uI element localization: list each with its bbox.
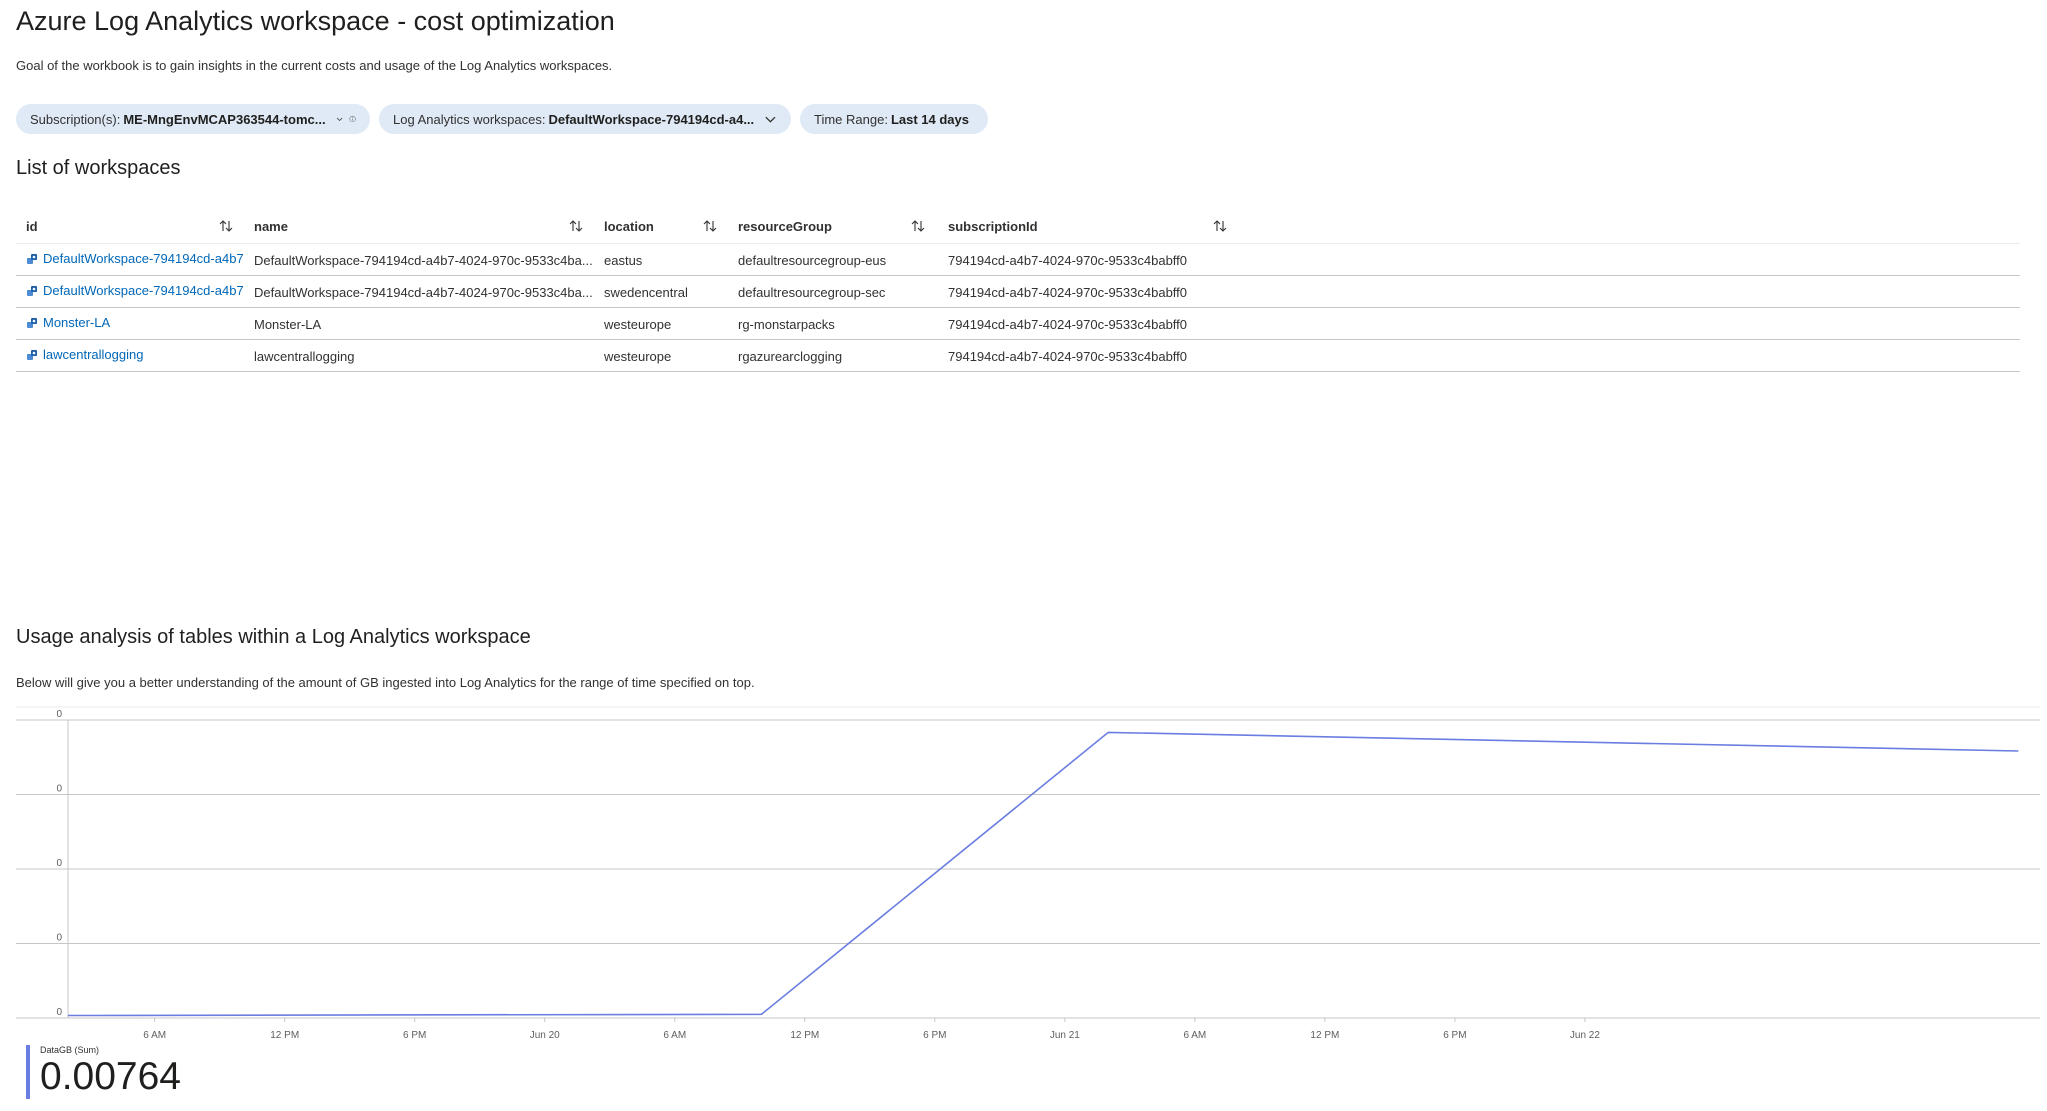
workspace-id: DefaultWorkspace-794194cd-a4b7 (43, 251, 244, 266)
workspace-name: lawcentrallogging (254, 349, 355, 364)
sort-icon[interactable] (910, 218, 926, 234)
usage-line-chart: 0 0 0 0 0 6 AM 12 PM 6 PM Jun 20 6 AM 12 PM 6 PM Jun… (16, 706, 2040, 1046)
chevron-down-icon (336, 117, 343, 122)
column-header-subscriptionid[interactable]: subscriptionId (948, 219, 1038, 234)
workspaces-table: id name location resourceGroup subscript… (16, 210, 2020, 372)
workspace-resource-group: rgazurearclogging (738, 349, 843, 364)
y-tick-label: 0 (56, 858, 62, 869)
table-row[interactable]: DefaultWorkspace-794194cd-a4b7 DefaultWo… (16, 276, 2020, 308)
y-tick-label: 0 (56, 709, 62, 720)
table-row[interactable]: DefaultWorkspace-794194cd-a4b7 DefaultWo… (16, 244, 2020, 276)
x-tick-label: Jun 22 (1570, 1030, 1600, 1041)
workspace-name: DefaultWorkspace-794194cd-a4b7-4024-970c… (254, 285, 593, 300)
log-analytics-icon (27, 317, 37, 328)
x-tick-label: 6 PM (403, 1030, 426, 1041)
y-tick-label: 0 (56, 933, 62, 944)
workspace-resource-group: defaultresourcegroup-sec (738, 285, 886, 300)
sort-icon[interactable] (702, 218, 718, 234)
workspace-resource-group: defaultresourcegroup-eus (738, 253, 887, 268)
page-description: Goal of the workbook is to gain insights… (16, 58, 613, 73)
column-header-name[interactable]: name (254, 219, 288, 234)
workspace-link[interactable]: Monster-LA (26, 315, 248, 330)
page-title: Azure Log Analytics workspace - cost opt… (16, 6, 615, 36)
log-analytics-icon (27, 253, 37, 264)
x-tick-label: 6 AM (1183, 1030, 1206, 1041)
legend-series-name: DataGB (Sum) (40, 1045, 100, 1055)
column-header-location[interactable]: location (604, 219, 654, 234)
subscription-value: ME-MngEnvMCAP363544-tomc... (123, 111, 326, 127)
workspace-id: lawcentrallogging (43, 347, 144, 362)
workspace-name: Monster-LA (254, 317, 322, 332)
usage-section-title: Usage analysis of tables within a Log An… (16, 626, 531, 648)
workspace-resource-group: rg-monstarpacks (738, 317, 835, 332)
x-tick-label: 6 AM (663, 1030, 686, 1041)
workspace-link[interactable]: DefaultWorkspace-794194cd-a4b7 (26, 283, 248, 298)
log-analytics-icon (27, 349, 37, 360)
info-icon[interactable] (349, 112, 356, 126)
workspaces-picker[interactable]: Log Analytics workspaces: DefaultWorkspa… (379, 104, 791, 134)
workspaces-value: DefaultWorkspace-794194cd-a4... (548, 111, 755, 127)
workspace-id: DefaultWorkspace-794194cd-a4b7 (43, 283, 244, 298)
table-row[interactable]: Monster-LA Monster-LA westeurope rg-mons… (16, 308, 2020, 340)
y-tick-label: 0 (56, 1007, 62, 1018)
workspace-link[interactable]: lawcentrallogging (26, 347, 248, 362)
chevron-down-icon (765, 116, 776, 123)
workspace-name: DefaultWorkspace-794194cd-a4b7-4024-970c… (254, 253, 593, 268)
legend-series-total: 0.00764 (40, 1055, 181, 1098)
workspace-id: Monster-LA (43, 315, 111, 330)
x-tick-label: 6 AM (143, 1030, 166, 1041)
series-line (67, 731, 2019, 1017)
x-tick-label: Jun 20 (530, 1030, 560, 1041)
x-tick-label: 6 PM (1443, 1030, 1466, 1041)
usage-section-description: Below will give you a better understandi… (16, 675, 755, 690)
sort-icon[interactable] (218, 218, 234, 234)
x-tick-label: 6 PM (923, 1030, 946, 1041)
x-tick-label: 12 PM (1310, 1030, 1339, 1041)
workspace-subscription-id: 794194cd-a4b7-4024-970c-9533c4babff0 (948, 349, 1188, 364)
workspace-subscription-id: 794194cd-a4b7-4024-970c-9533c4babff0 (948, 317, 1188, 332)
workspace-link[interactable]: DefaultWorkspace-794194cd-a4b7 (26, 251, 248, 266)
workspace-location: westeurope (604, 317, 672, 332)
x-tick-label: Jun 21 (1050, 1030, 1080, 1041)
table-row[interactable]: lawcentrallogging lawcentrallogging west… (16, 340, 2020, 372)
workspace-location: westeurope (604, 349, 672, 364)
table-header: id name location resourceGroup subscript… (16, 210, 2020, 244)
sort-icon[interactable] (1212, 218, 1228, 234)
chart-legend[interactable]: DataGB (Sum) 0.00764 (26, 1045, 181, 1099)
subscription-picker[interactable]: Subscription(s): ME-MngEnvMCAP363544-tom… (16, 104, 370, 134)
y-tick-label: 0 (56, 784, 62, 795)
workspace-subscription-id: 794194cd-a4b7-4024-970c-9533c4babff0 (948, 253, 1188, 268)
sort-icon[interactable] (568, 218, 584, 234)
x-tick-label: 12 PM (270, 1030, 299, 1041)
time-range-label: Time Range: (814, 111, 888, 127)
workspaces-section-title: List of workspaces (16, 157, 181, 179)
time-range-picker[interactable]: Time Range: Last 14 days (800, 104, 988, 134)
workspace-location: swedencentral (604, 285, 688, 300)
x-tick-label: 12 PM (790, 1030, 819, 1041)
column-header-id[interactable]: id (26, 219, 38, 234)
workspace-location: eastus (604, 253, 643, 268)
column-header-resourcegroup[interactable]: resourceGroup (738, 219, 832, 234)
time-range-value: Last 14 days (890, 111, 969, 127)
workspace-subscription-id: 794194cd-a4b7-4024-970c-9533c4babff0 (948, 285, 1188, 300)
subscription-label: Subscription(s): (30, 111, 121, 127)
usage-chart-svg: 0 0 0 0 0 6 AM 12 PM 6 PM Jun 20 6 AM 12 PM 6 PM Jun… (16, 706, 2040, 1041)
log-analytics-icon (27, 285, 37, 296)
workspaces-label: Log Analytics workspaces: (393, 111, 546, 127)
